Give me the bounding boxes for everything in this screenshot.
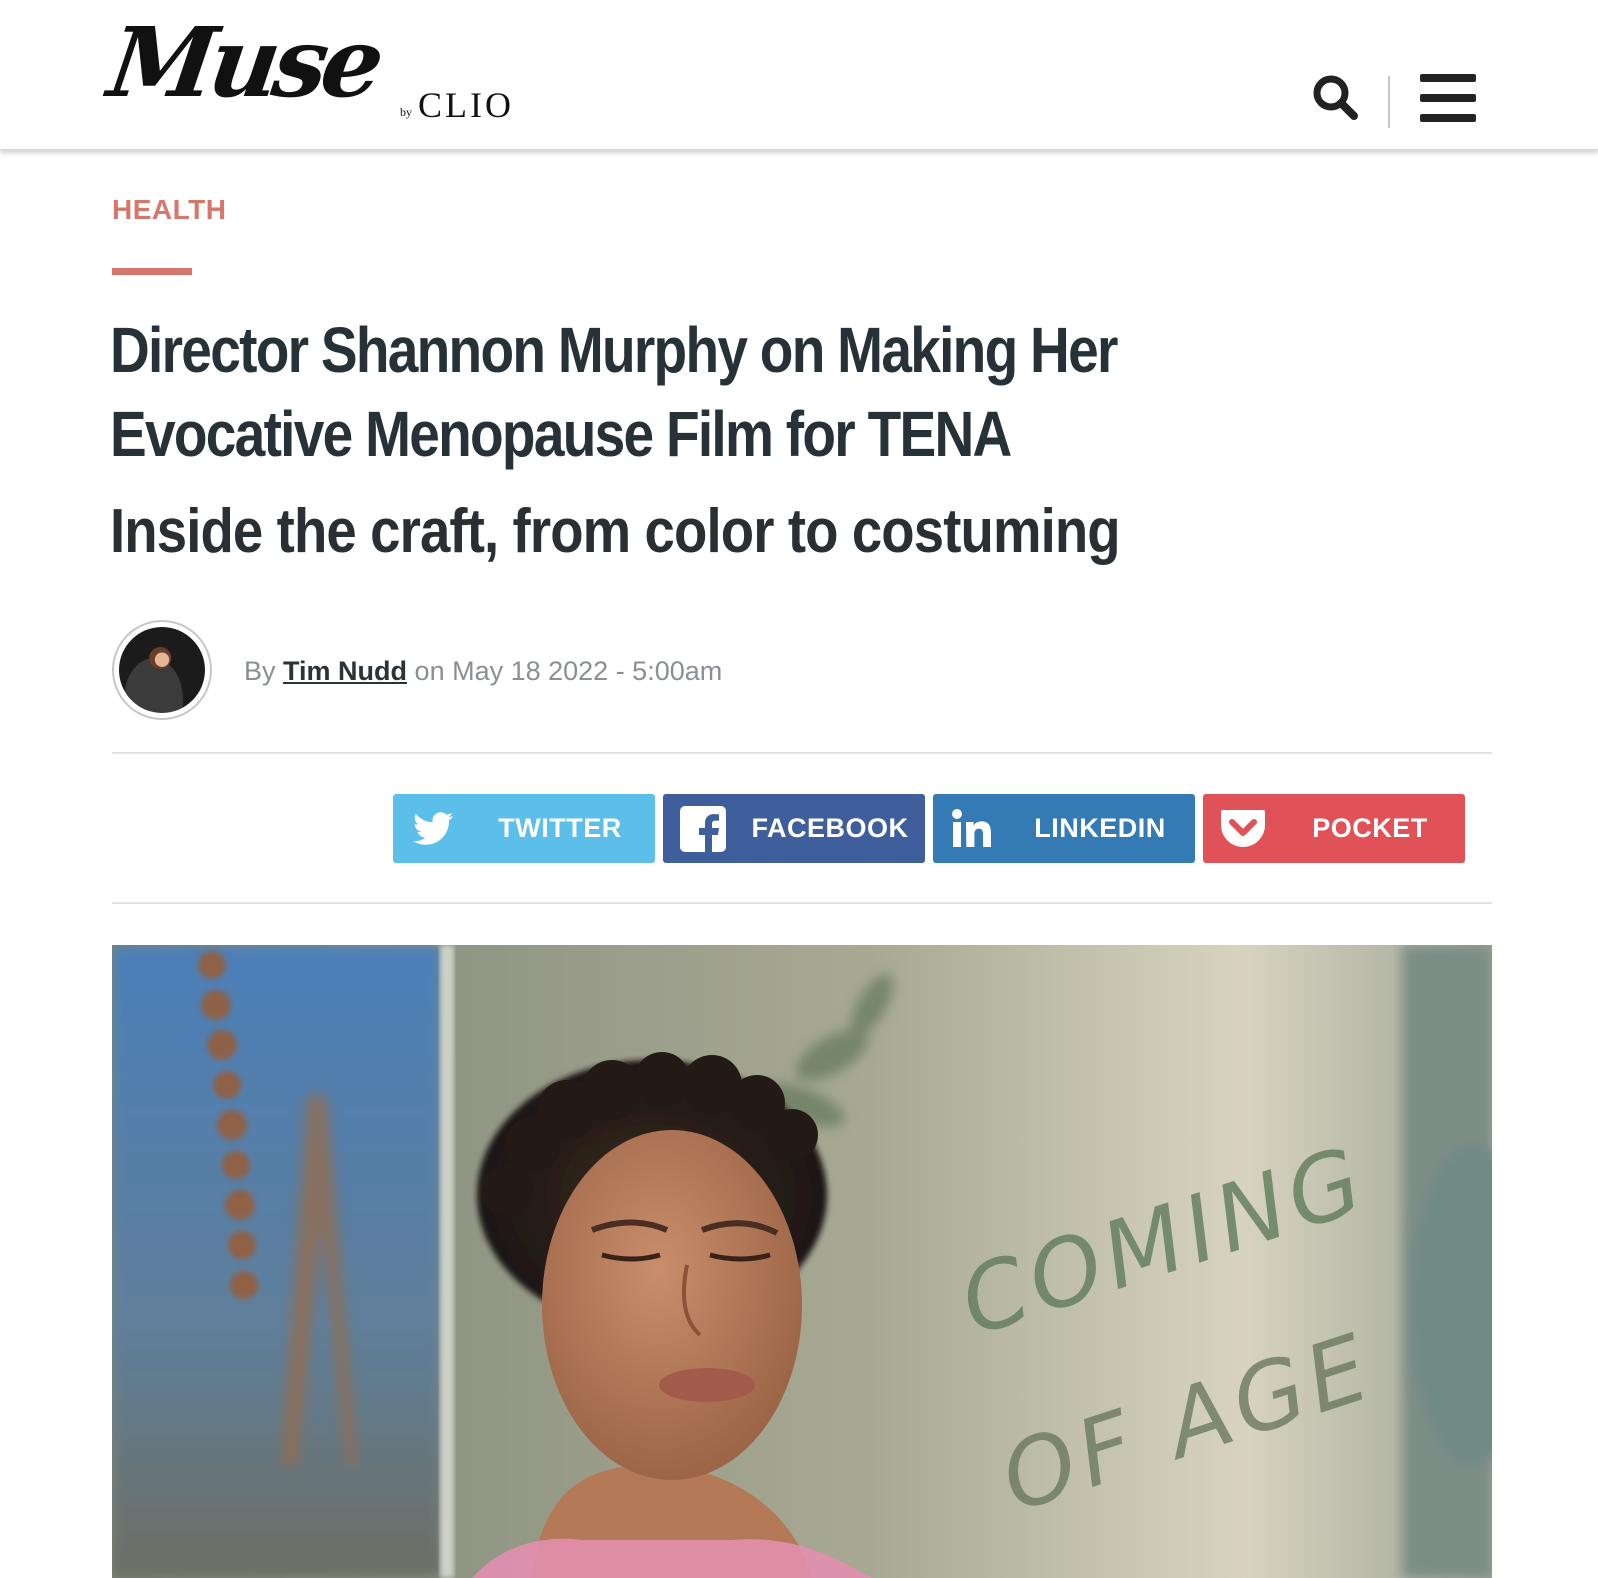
header-divider [1388,76,1390,128]
facebook-icon [680,806,726,853]
facebook-share-button[interactable]: FACEBOOK [663,794,925,863]
category-underline [112,268,192,275]
author-link[interactable]: Tim Nudd [283,656,407,686]
pocket-label: POCKET [1312,813,1428,843]
linkedin-icon [952,809,991,847]
hero-image[interactable]: COMING OF AGE [112,945,1492,1578]
logo-by-text: by [400,105,412,119]
twitter-label: TWITTER [498,813,622,843]
author-photo [119,627,205,713]
site-header: Muse by CLIO [0,0,1598,150]
author-avatar[interactable] [112,620,212,720]
headline-line-2: Evocative Menopause Film for TENA [110,398,1012,470]
menu-button[interactable] [1420,72,1478,124]
divider-top [112,752,1492,754]
search-button[interactable] [1310,72,1362,124]
category-link[interactable]: HEALTH [112,194,226,226]
twitter-share-button[interactable]: TWITTER [393,794,655,863]
article-subheadline: Inside the craft, from color to costumin… [110,497,1121,566]
logo-clio-text: CLIO [418,85,514,125]
byline-prefix: By [244,656,276,686]
pocket-icon [1221,810,1265,847]
hero-scene: COMING OF AGE [112,945,1492,1578]
facebook-label: FACEBOOK [751,813,909,843]
linkedin-label: LINKEDIN [1034,813,1166,843]
muse-by-clio-logo[interactable]: Muse by CLIO [102,6,511,128]
pocket-share-button[interactable]: POCKET [1203,794,1465,863]
article-headline: Director Shannon Murphy on Making Her Ev… [110,308,1314,476]
twitter-bird-icon [413,812,453,845]
divider-bottom [112,902,1492,904]
logo-muse-text: Muse [102,6,386,119]
byline: By Tim Nudd on May 18 2022 - 5:00am [244,656,722,687]
headline-line-1: Director Shannon Murphy on Making Her [110,314,1118,386]
byline-date: on May 18 2022 - 5:00am [414,656,723,686]
linkedin-share-button[interactable]: LINKEDIN [933,794,1195,863]
search-icon [1313,75,1358,120]
